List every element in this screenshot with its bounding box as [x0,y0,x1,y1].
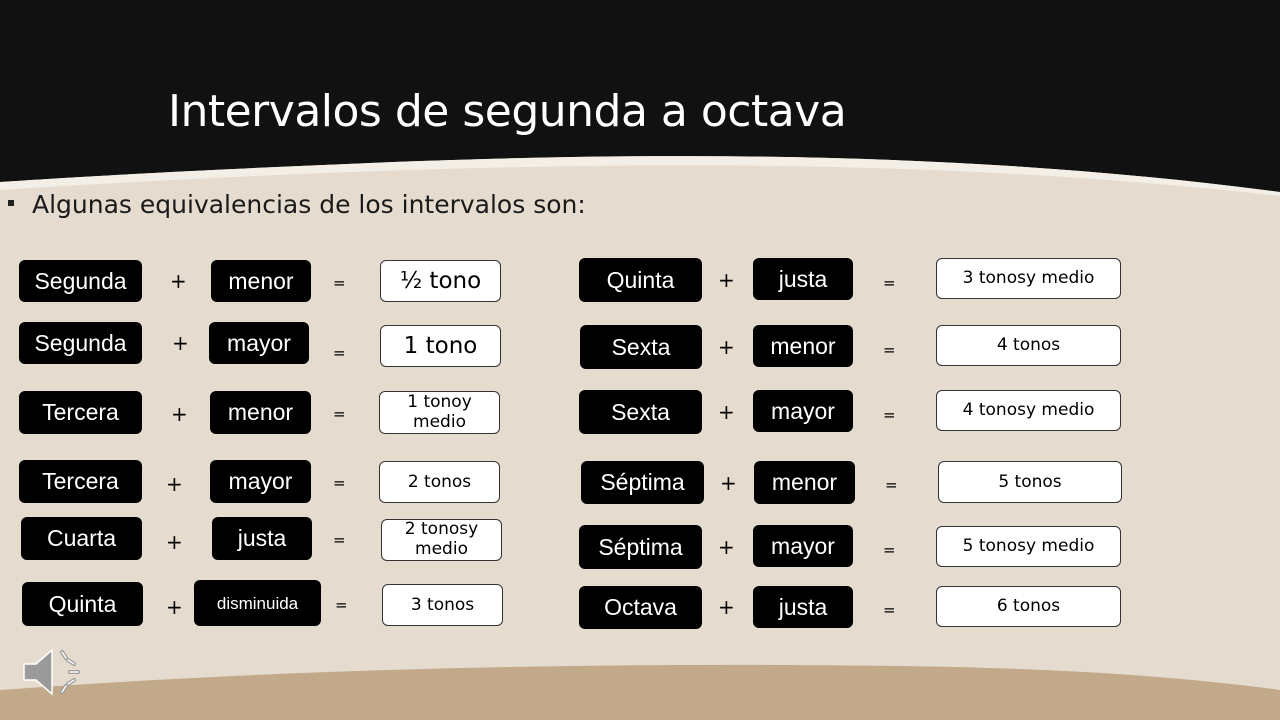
quality-box: menor [210,391,311,434]
result-box: 4 tonos [936,325,1121,366]
plus-sign: + [718,268,735,292]
result-box: 2 tonos [379,461,500,503]
result-box: 5 tonosy medio [936,526,1121,567]
quality-box: mayor [753,525,853,567]
result-box: 3 tonos [382,584,503,626]
quality-box: menor [754,461,855,504]
interval-name-box: Sexta [580,325,702,369]
result-box: ½ tono [380,260,501,302]
equals-sign: = [333,474,346,492]
plus-sign: + [170,269,187,293]
equals-sign: = [335,596,348,614]
plus-sign: + [718,400,735,424]
plus-sign: + [166,530,183,554]
interval-name-box: Quinta [22,582,143,626]
speaker-icon[interactable] [20,640,84,704]
equals-sign: = [883,541,896,559]
plus-sign: + [718,595,735,619]
result-box: 1 tonoy medio [379,391,500,434]
quality-box: justa [212,517,312,560]
plus-sign: + [718,535,735,559]
quality-box: mayor [209,322,309,364]
plus-sign: + [720,471,737,495]
interval-name-box: Octava [579,586,702,629]
result-box: 1 tono [380,325,501,367]
equals-sign: = [883,274,896,292]
equals-sign: = [333,531,346,549]
quality-box: justa [753,258,853,300]
equals-sign: = [883,601,896,619]
result-box: 6 tonos [936,586,1121,627]
equals-sign: = [333,274,346,292]
interval-name-box: Sexta [579,390,702,434]
quality-box: justa [753,586,853,628]
result-box: 2 tonosy medio [381,519,502,561]
quality-box: mayor [753,390,853,432]
equals-sign: = [885,476,898,494]
interval-name-box: Cuarta [21,517,142,560]
result-box: 3 tonosy medio [936,258,1121,299]
interval-name-box: Quinta [579,258,702,302]
quality-box: mayor [210,460,311,503]
interval-name-box: Segunda [19,322,142,364]
equals-sign: = [883,406,896,424]
plus-sign: + [166,595,183,619]
plus-sign: + [718,335,735,359]
interval-name-box: Tercera [19,391,142,434]
equals-sign: = [883,341,896,359]
plus-sign: + [172,331,189,355]
interval-name-box: Séptima [581,461,704,504]
equals-sign: = [333,344,346,362]
equals-sign: = [333,405,346,423]
quality-box: disminuida [194,580,321,626]
quality-box: menor [211,260,311,302]
plus-sign: + [171,402,188,426]
equivalence-grid: Segunda + menor = ½ tono Segunda + mayor… [0,0,1280,720]
result-box: 4 tonosy medio [936,390,1121,431]
quality-box: menor [753,325,853,367]
interval-name-box: Tercera [19,460,142,503]
interval-name-box: Séptima [579,525,702,569]
plus-sign: + [166,472,183,496]
result-box: 5 tonos [938,461,1122,503]
interval-name-box: Segunda [19,260,142,302]
